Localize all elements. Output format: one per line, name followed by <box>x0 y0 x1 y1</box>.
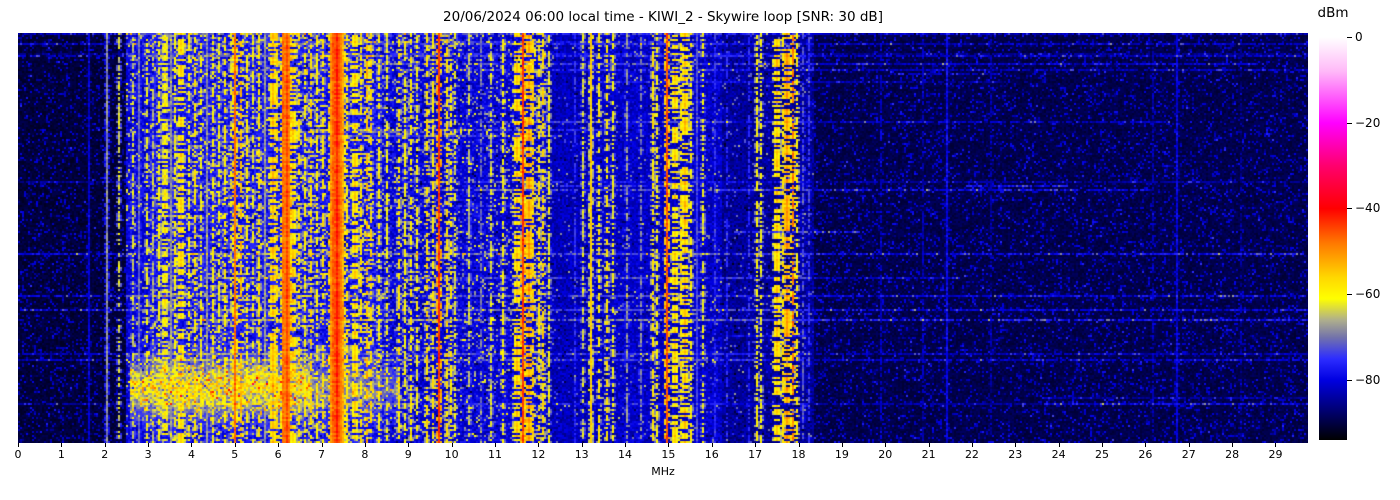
x-tick-mark <box>885 443 887 447</box>
x-tick-mark <box>1145 443 1147 447</box>
x-tick-label: 23 <box>1008 448 1023 461</box>
x-tick-label: 8 <box>361 448 369 461</box>
x-tick-mark <box>321 443 323 447</box>
x-tick-label: 19 <box>834 448 849 461</box>
x-tick-mark <box>408 443 410 447</box>
x-tick-mark <box>928 443 930 447</box>
x-tick-mark <box>711 443 713 447</box>
x-tick-label: 10 <box>444 448 459 461</box>
x-tick-label: 6 <box>274 448 282 461</box>
colorbar-tick-label: −40 <box>1355 201 1381 216</box>
x-tick-mark <box>148 443 150 447</box>
x-tick-label: 25 <box>1095 448 1110 461</box>
x-tick-mark <box>1015 443 1017 447</box>
colorbar-tick-label: −20 <box>1355 115 1381 130</box>
colorbar-tick-mark <box>1347 294 1352 296</box>
x-tick-label: 5 <box>231 448 239 461</box>
spectrogram-canvas <box>18 33 1308 443</box>
x-tick-label: 27 <box>1181 448 1196 461</box>
colorbar-tick-label: 0 <box>1355 30 1363 44</box>
x-tick-mark <box>1058 443 1060 447</box>
x-tick-mark <box>1102 443 1104 447</box>
x-tick-mark <box>191 443 193 447</box>
x-tick-label: 15 <box>661 448 676 461</box>
chart-title: 20/06/2024 06:00 local time - KIWI_2 - S… <box>443 9 883 25</box>
x-tick-mark <box>1188 443 1190 447</box>
x-tick-label: 24 <box>1051 448 1066 461</box>
x-tick-mark <box>278 443 280 447</box>
x-tick-mark <box>234 443 236 447</box>
x-tick-label: 7 <box>318 448 326 461</box>
x-tick-label: 2 <box>101 448 109 461</box>
x-tick-label: 29 <box>1268 448 1283 461</box>
colorbar-tick-mark <box>1347 37 1352 38</box>
x-tick-label: 13 <box>574 448 589 461</box>
x-tick-label: 18 <box>791 448 806 461</box>
x-tick-label: 14 <box>618 448 633 461</box>
colorbar-tick-mark <box>1347 122 1352 124</box>
x-tick-label: 20 <box>878 448 893 461</box>
x-tick-mark <box>1275 443 1277 447</box>
x-tick-mark <box>538 443 540 447</box>
x-tick-label: 12 <box>531 448 546 461</box>
x-tick-label: 0 <box>14 448 22 461</box>
x-tick-label: 26 <box>1138 448 1153 461</box>
x-tick-label: 28 <box>1225 448 1240 461</box>
x-tick-label: 16 <box>704 448 719 461</box>
x-tick-mark <box>61 443 63 447</box>
x-tick-mark <box>971 443 973 447</box>
x-tick-label: 21 <box>921 448 936 461</box>
x-tick-label: 4 <box>187 448 195 461</box>
colorbar-tick-label: −60 <box>1355 287 1381 302</box>
x-tick-label: 22 <box>964 448 979 461</box>
x-axis-label: MHz <box>651 465 675 478</box>
x-tick-mark <box>755 443 757 447</box>
colorbar <box>1319 37 1347 440</box>
x-tick-mark <box>1232 443 1234 447</box>
x-tick-mark <box>104 443 106 447</box>
x-tick-label: 11 <box>487 448 502 461</box>
colorbar-tick-mark <box>1347 379 1352 381</box>
x-tick-mark <box>451 443 453 447</box>
colorbar-title: dBm <box>1317 5 1349 21</box>
colorbar-tick-mark <box>1347 208 1352 210</box>
x-tick-mark <box>18 443 19 447</box>
x-tick-mark <box>494 443 496 447</box>
colorbar-tick-label: −80 <box>1355 372 1381 387</box>
x-tick-mark <box>364 443 366 447</box>
x-tick-mark <box>841 443 843 447</box>
spectrogram-figure: 20/06/2024 06:00 local time - KIWI_2 - S… <box>0 0 1400 500</box>
x-tick-label: 1 <box>57 448 65 461</box>
x-tick-mark <box>798 443 800 447</box>
x-tick-label: 3 <box>144 448 152 461</box>
x-tick-mark <box>668 443 670 447</box>
x-tick-mark <box>625 443 627 447</box>
x-tick-label: 9 <box>404 448 412 461</box>
x-tick-mark <box>581 443 583 447</box>
x-tick-label: 17 <box>748 448 763 461</box>
